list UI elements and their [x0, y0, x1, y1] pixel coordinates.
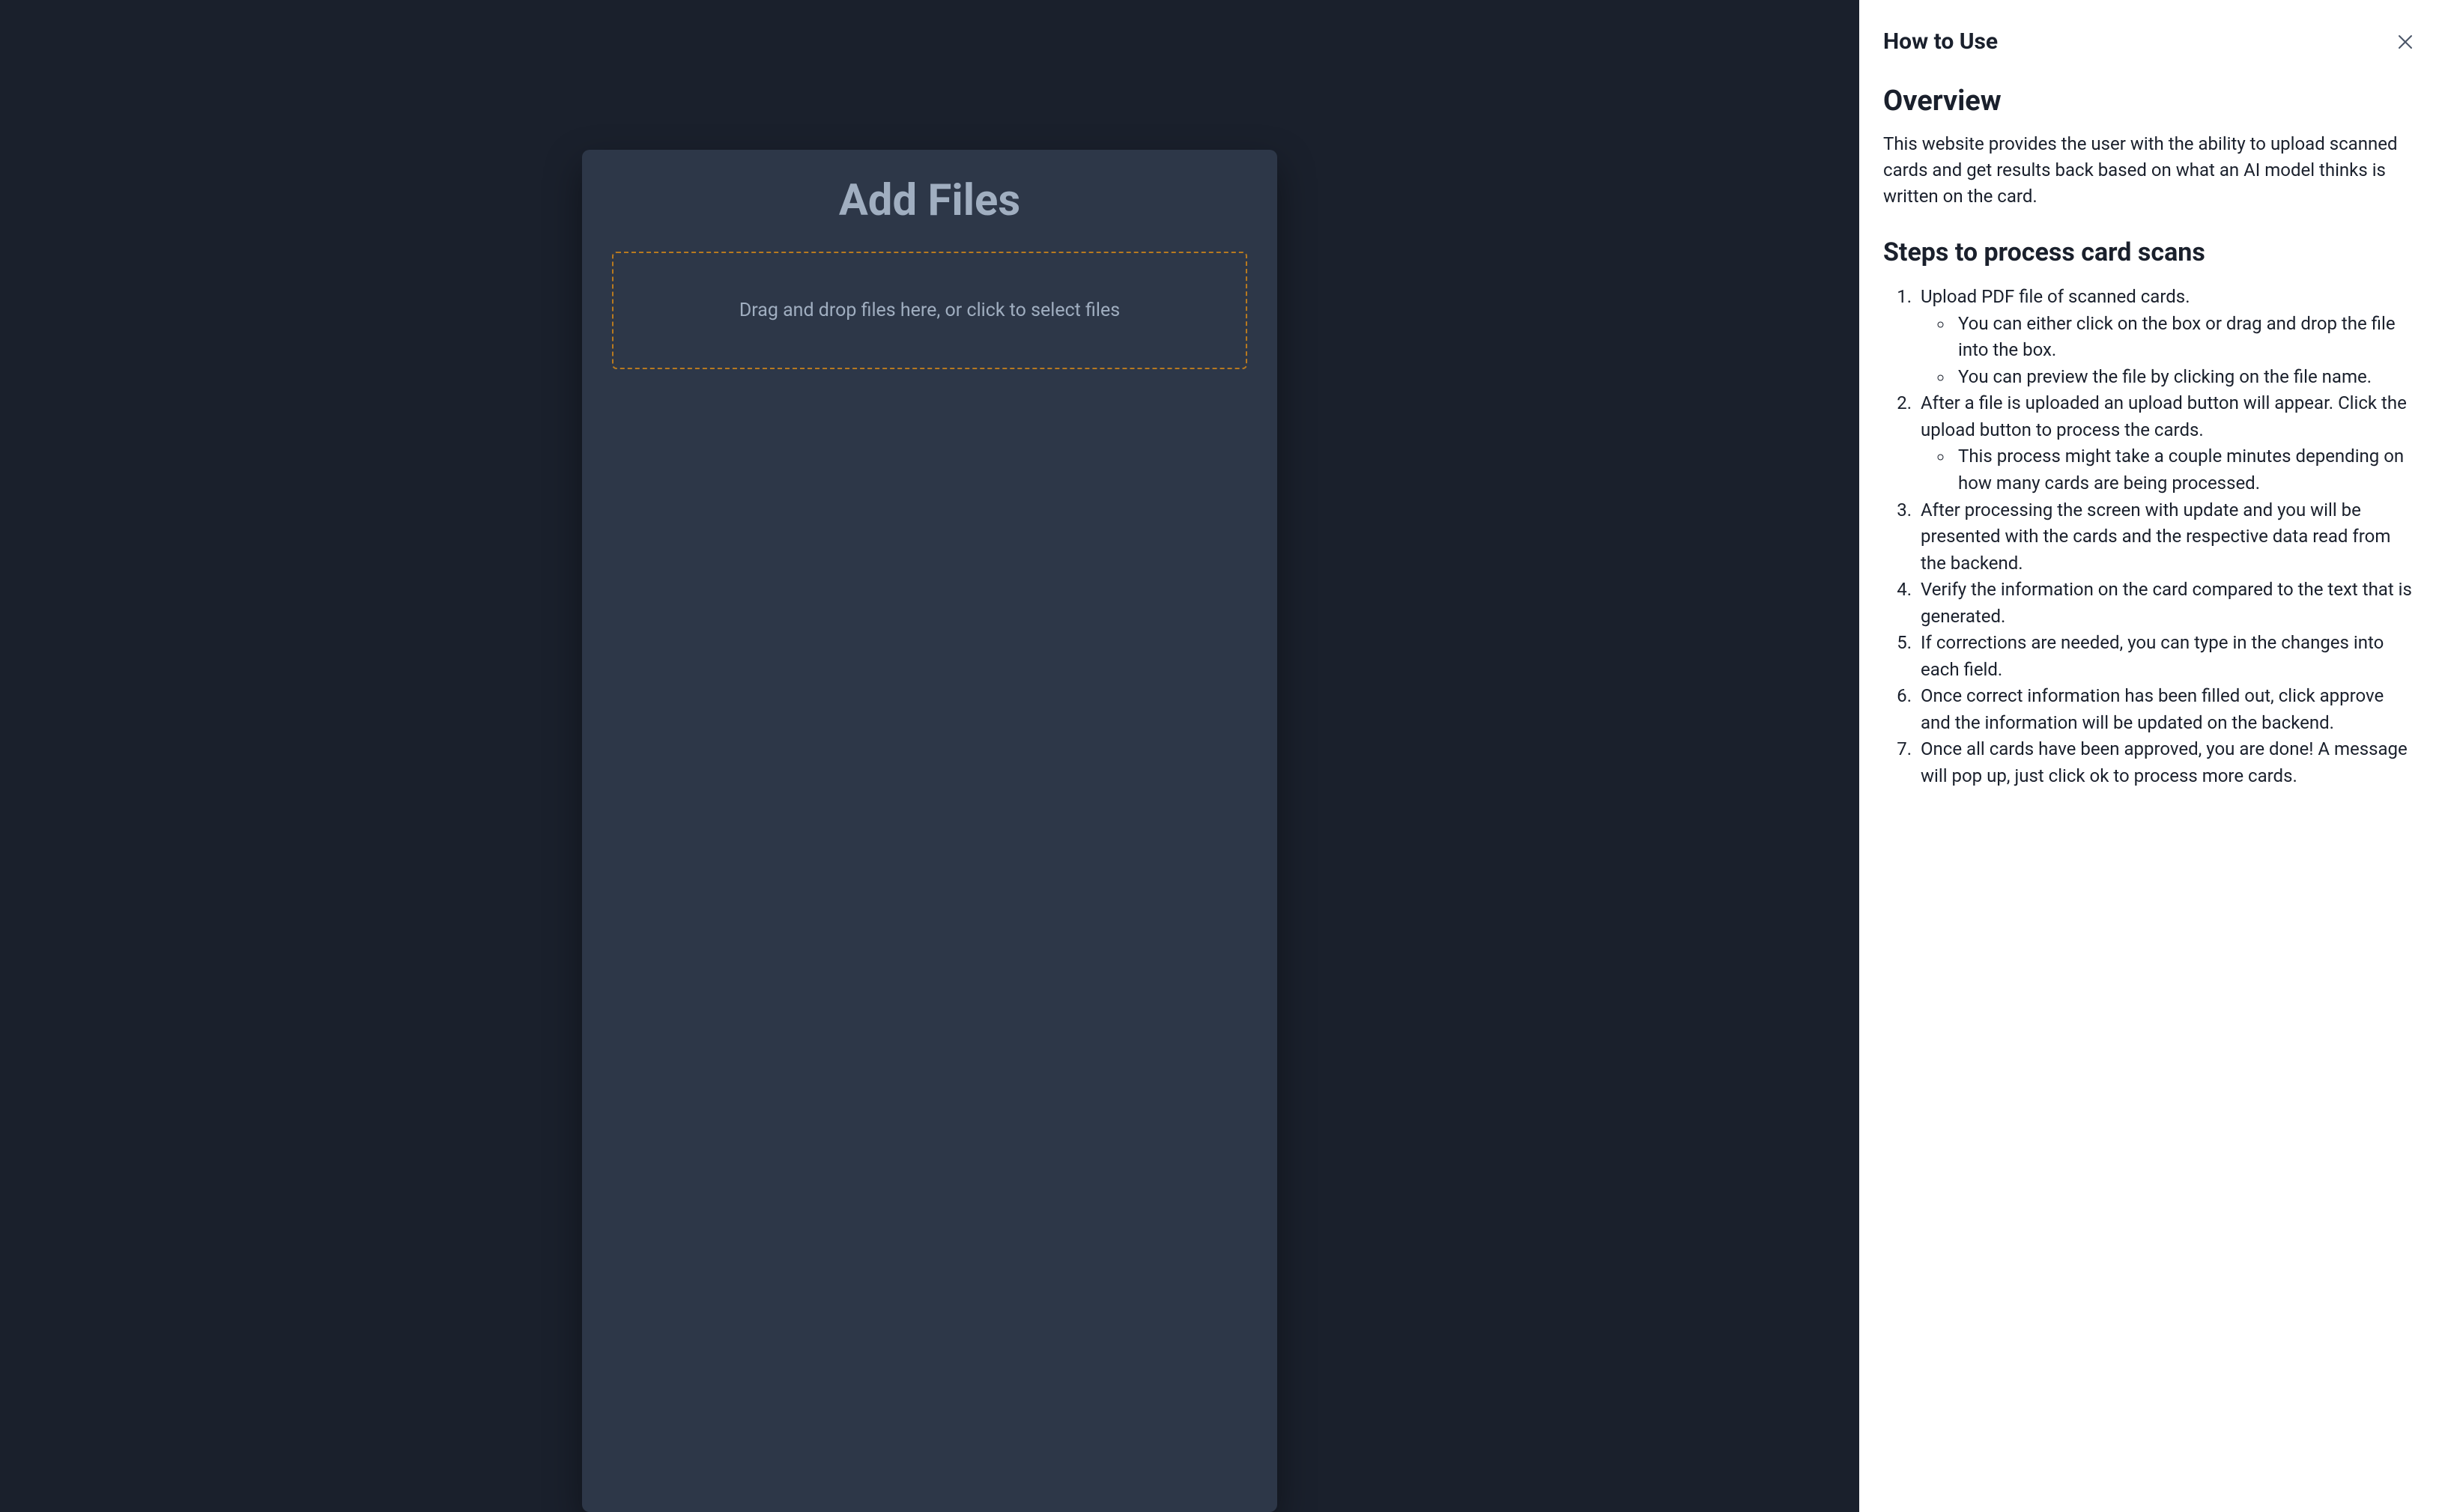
upload-card: Add Files Drag and drop files here, or c… — [582, 150, 1277, 1512]
sub-steps-list: You can either click on the box or drag … — [1921, 311, 2418, 391]
overview-text: This website provides the user with the … — [1883, 131, 2418, 209]
sub-step-item: You can either click on the box or drag … — [1954, 311, 2418, 364]
close-icon — [2396, 33, 2414, 51]
steps-list: Upload PDF file of scanned cards. You can… — [1883, 284, 2418, 789]
sub-step-text: You can either click on the box or drag … — [1958, 313, 2396, 361]
step-text: After processing the screen with update … — [1921, 500, 2390, 574]
sub-step-item: You can preview the file by clicking on … — [1954, 364, 2418, 391]
steps-heading: Steps to process card scans — [1883, 237, 2418, 267]
step-item: Upload PDF file of scanned cards. You can… — [1916, 284, 2418, 390]
sub-step-item: This process might take a couple minutes… — [1954, 443, 2418, 497]
step-item: Once all cards have been approved, you a… — [1916, 736, 2418, 789]
sub-step-text: This process might take a couple minutes… — [1958, 446, 2404, 494]
overview-heading: Overview — [1883, 85, 2418, 118]
step-text: If corrections are needed, you can type … — [1921, 632, 2384, 680]
upload-title: Add Files — [612, 175, 1247, 226]
step-item: After a file is uploaded an upload butto… — [1916, 390, 2418, 497]
step-item: Once correct information has been filled… — [1916, 683, 2418, 736]
step-text: Once all cards have been approved, you a… — [1921, 738, 2408, 786]
sub-steps-list: This process might take a couple minutes… — [1921, 443, 2418, 497]
dropzone-text: Drag and drop files here, or click to se… — [739, 300, 1120, 321]
step-item: If corrections are needed, you can type … — [1916, 630, 2418, 683]
step-item: After processing the screen with update … — [1916, 497, 2418, 577]
step-item: Verify the information on the card compa… — [1916, 577, 2418, 630]
help-panel: How to Use Overview This website provide… — [1859, 0, 2442, 1512]
step-text: Upload PDF file of scanned cards. — [1921, 286, 2190, 307]
step-text: After a file is uploaded an upload butto… — [1921, 392, 2407, 440]
main-area: Add Files Drag and drop files here, or c… — [0, 0, 1859, 1512]
panel-title: How to Use — [1883, 28, 1998, 55]
file-dropzone[interactable]: Drag and drop files here, or click to se… — [612, 252, 1247, 369]
sub-step-text: You can preview the file by clicking on … — [1958, 366, 2372, 387]
step-text: Verify the information on the card compa… — [1921, 579, 2412, 627]
panel-header: How to Use — [1883, 28, 2418, 55]
close-button[interactable] — [2393, 29, 2418, 55]
step-text: Once correct information has been filled… — [1921, 685, 2384, 733]
